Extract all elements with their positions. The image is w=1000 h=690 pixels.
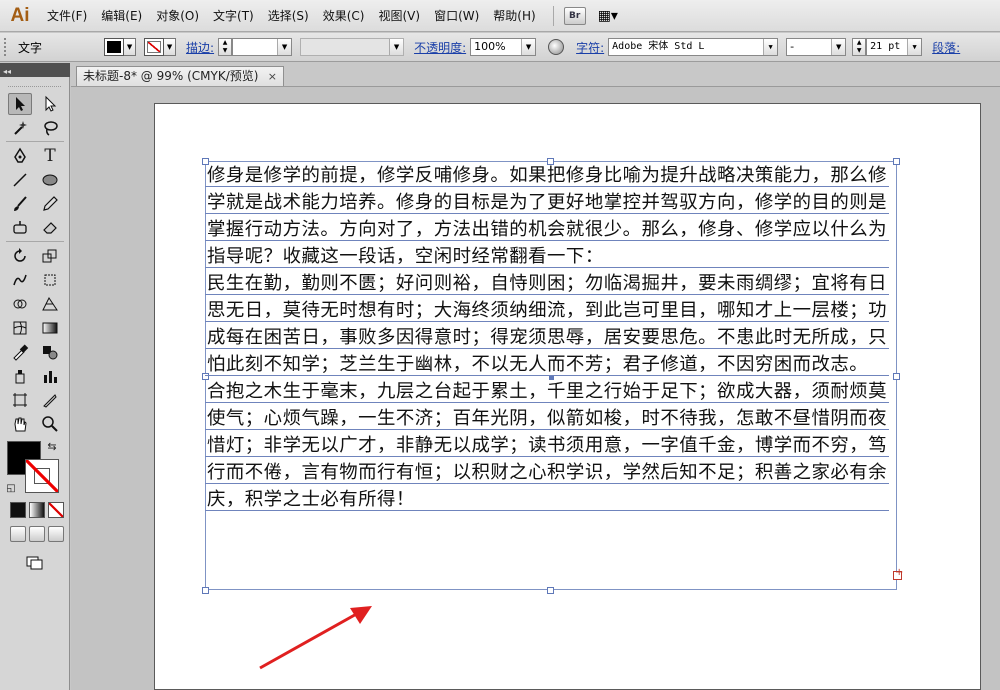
hand-tool-icon[interactable] <box>8 413 32 435</box>
menu-file[interactable]: 文件(F) <box>40 0 94 32</box>
font-family-field[interactable]: Adobe 宋体 Std L ▼ <box>608 38 779 56</box>
zoom-tool-icon[interactable] <box>38 413 62 435</box>
font-size-spinner[interactable]: ▲ ▼ <box>852 38 867 56</box>
fill-color-chip <box>107 41 122 53</box>
fill-swatch[interactable] <box>104 38 125 56</box>
shape-builder-tool-icon[interactable] <box>8 293 32 315</box>
color-mode-button[interactable] <box>10 502 26 518</box>
stroke-swatch[interactable] <box>144 38 165 56</box>
magic-wand-tool-icon[interactable] <box>8 117 32 139</box>
ellipse-tool-icon[interactable] <box>38 169 62 191</box>
rotate-tool-icon[interactable] <box>8 245 32 267</box>
stroke-dropdown[interactable]: ▼ <box>164 38 177 56</box>
document-tab-title: 未标题-8* @ 99% (CMYK/预览) <box>83 69 259 83</box>
font-size-field[interactable]: 21 pt ▼ <box>866 38 923 56</box>
tools-panel: T ⇆ ◱ <box>0 77 70 690</box>
paintbrush-tool-icon[interactable] <box>8 193 32 215</box>
menu-select[interactable]: 选择(S) <box>261 0 316 32</box>
app-logo: Ai <box>10 4 30 26</box>
slice-tool-icon[interactable] <box>38 389 62 411</box>
menu-window[interactable]: 窗口(W) <box>427 0 486 32</box>
paragraph-1: 修身是修学的前提，修学反哺修身。如果把修身比喻为提升战略决策能力，那么修学就是战… <box>207 165 888 267</box>
tools-grip[interactable] <box>8 77 61 87</box>
draw-behind-icon[interactable] <box>29 526 45 542</box>
swap-colors-icon[interactable]: ⇆ <box>44 439 60 453</box>
menu-bar: Ai 文件(F) 编辑(E) 对象(O) 文字(T) 选择(S) 效果(C) 视… <box>0 0 1000 32</box>
annotation-arrow <box>259 606 372 670</box>
stroke-label[interactable]: 描边: <box>186 39 214 56</box>
perspective-grid-tool-icon[interactable] <box>38 293 62 315</box>
direct-selection-tool-icon[interactable] <box>38 93 62 115</box>
resize-handle-right[interactable] <box>893 373 900 380</box>
stroke-color-swatch[interactable] <box>25 459 59 493</box>
scale-tool-icon[interactable] <box>38 245 62 267</box>
control-bar-grip[interactable] <box>4 38 8 56</box>
opacity-label[interactable]: 不透明度: <box>414 39 466 56</box>
opacity-field[interactable]: 100% ▼ <box>470 38 537 56</box>
line-tool-icon[interactable] <box>8 169 32 191</box>
none-mode-button[interactable] <box>48 502 64 518</box>
selection-type-label: 文字 <box>18 40 43 55</box>
artboard-tool-icon[interactable] <box>8 389 32 411</box>
tools-panel-header[interactable]: ◂◂ <box>0 63 70 77</box>
variable-width-profile: ▼ <box>300 38 405 56</box>
fill-dropdown[interactable]: ▼ <box>124 38 137 56</box>
pen-tool-icon[interactable] <box>8 145 32 167</box>
mesh-tool-icon[interactable] <box>8 317 32 339</box>
blend-tool-icon[interactable] <box>38 341 62 363</box>
gradient-tool-icon[interactable] <box>38 317 62 339</box>
resize-handle-bottom-left[interactable] <box>202 587 209 594</box>
screen-mode-icon[interactable] <box>22 551 46 573</box>
menu-type[interactable]: 文字(T) <box>206 0 261 32</box>
recolor-globe-icon[interactable] <box>548 39 565 55</box>
chevron-down-icon[interactable]: ▼ <box>763 39 778 55</box>
character-label[interactable]: 字符: <box>576 39 604 56</box>
document-tab[interactable]: 未标题-8* @ 99% (CMYK/预览) × <box>76 66 284 86</box>
menu-help[interactable]: 帮助(H) <box>486 0 542 32</box>
blob-brush-tool-icon[interactable] <box>8 217 32 239</box>
gradient-mode-button[interactable] <box>29 502 45 518</box>
draw-normal-icon[interactable] <box>10 526 26 542</box>
lasso-tool-icon[interactable] <box>38 117 62 139</box>
chevron-down-icon[interactable]: ▼ <box>521 39 536 55</box>
eraser-tool-icon[interactable] <box>38 217 62 239</box>
menu-edit[interactable]: 编辑(E) <box>94 0 149 32</box>
bridge-button[interactable]: Br <box>563 6 586 25</box>
pencil-tool-icon[interactable] <box>38 193 62 215</box>
collapse-icon[interactable]: ◂◂ <box>0 67 11 76</box>
paragraph-label[interactable]: 段落: <box>932 39 960 56</box>
stroke-weight-spinner[interactable]: ▲ ▼ <box>218 38 233 56</box>
arrange-documents-button[interactable]: ▦▾ <box>598 8 618 24</box>
font-style-field[interactable]: - ▼ <box>786 38 847 56</box>
default-colors-icon[interactable]: ◱ <box>4 481 18 495</box>
selection-tool-icon[interactable] <box>8 93 32 115</box>
text-frame[interactable]: 修身是修学的前提，修学反哺修身。如果把修身比喻为提升战略决策能力，那么修学就是战… <box>205 162 893 513</box>
chevron-down-icon[interactable]: ▼ <box>907 39 922 55</box>
menu-object[interactable]: 对象(O) <box>149 0 206 32</box>
close-icon[interactable]: × <box>268 67 277 86</box>
free-transform-tool-icon[interactable] <box>38 269 62 291</box>
text-overflow-port[interactable] <box>893 567 903 580</box>
symbol-sprayer-tool-icon[interactable] <box>8 365 32 387</box>
control-bar: 文字 ▼ ▼ 描边: ▲ ▼ ▼ ▼ 不透明度: 100% ▼ 字符: Adobe … <box>0 33 1000 62</box>
warp-tool-icon[interactable] <box>8 269 32 291</box>
paragraph-2: 民生在勤，勤则不匮；好问则裕，自恃则困；勿临渴掘井，要未雨绸缪；宜将有日思无日，… <box>207 273 888 375</box>
column-graph-tool-icon[interactable] <box>38 365 62 387</box>
resize-handle-top-right[interactable] <box>893 158 900 165</box>
draw-inside-icon[interactable] <box>48 526 64 542</box>
menu-divider <box>552 5 554 26</box>
eyedropper-tool-icon[interactable] <box>8 341 32 363</box>
chevron-down-icon[interactable]: ▼ <box>277 39 292 55</box>
type-tool-icon[interactable]: T <box>38 145 62 167</box>
resize-handle-bottom[interactable] <box>547 587 554 594</box>
chevron-down-icon: ▼ <box>389 39 404 55</box>
paragraph-3: 合抱之木生于毫末，九层之台起于累土，千里之行始于足下；欲成大器，须耐烦莫使气；心… <box>207 381 888 510</box>
stroke-weight-field[interactable]: ▼ <box>232 38 293 56</box>
chevron-down-icon[interactable]: ▼ <box>831 39 846 55</box>
menu-view[interactable]: 视图(V) <box>371 0 427 32</box>
stroke-none-chip <box>147 41 162 53</box>
menu-effect[interactable]: 效果(C) <box>316 0 372 32</box>
